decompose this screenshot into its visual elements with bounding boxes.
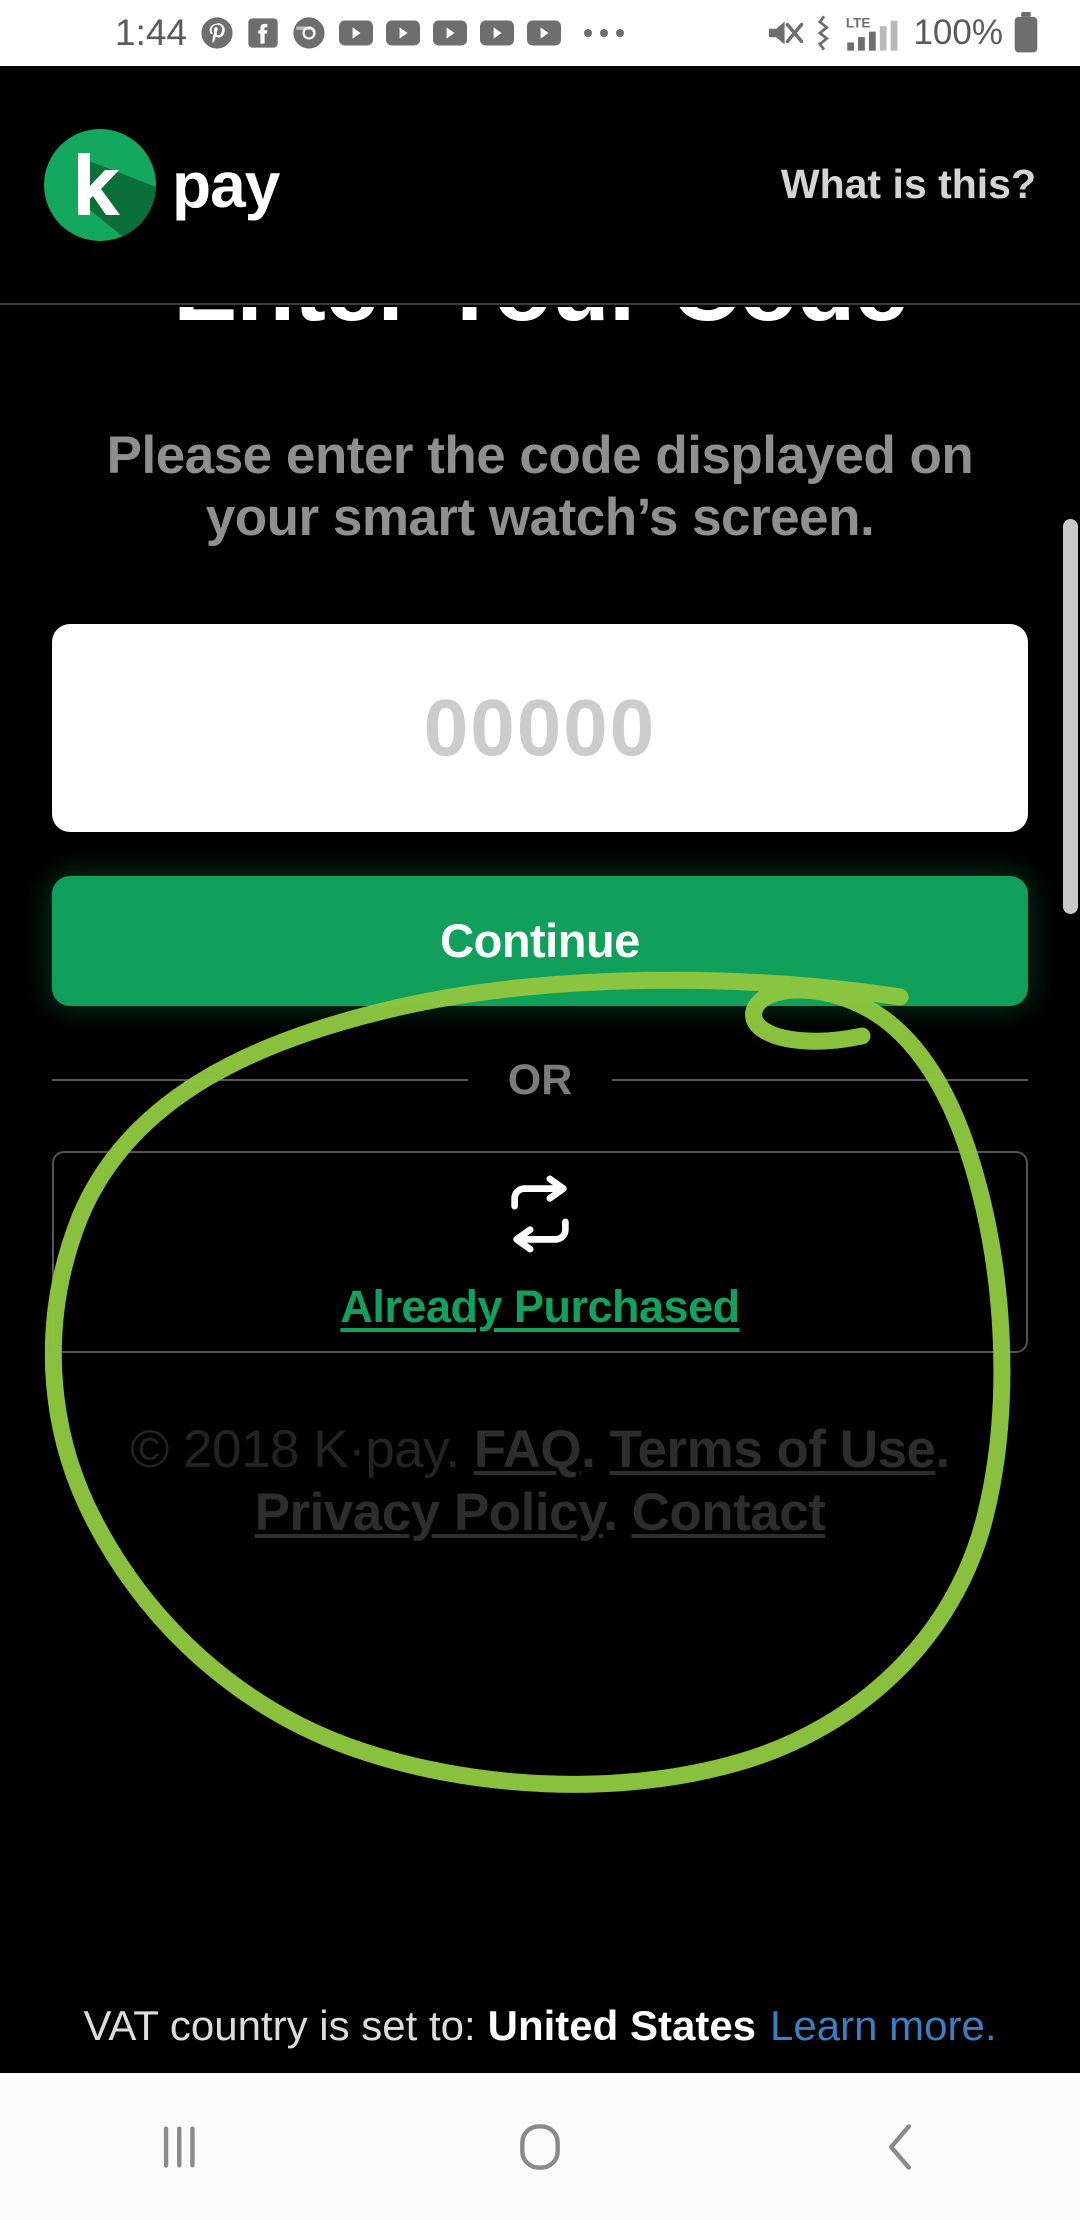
youtube-icon bbox=[339, 20, 373, 46]
battery-full-icon bbox=[1012, 12, 1040, 54]
status-bar-right: LTE 100% bbox=[766, 12, 1058, 54]
back-icon bbox=[878, 2122, 922, 2172]
youtube-icon bbox=[386, 20, 420, 46]
system-navigation-bar bbox=[0, 2073, 1080, 2220]
scroll-content: Enter Your Code Please enter the code di… bbox=[0, 307, 1080, 2073]
vat-banner-prefix: VAT country is set to: bbox=[84, 2002, 476, 2050]
footer-link-faq[interactable]: FAQ bbox=[474, 1420, 581, 1479]
continue-button-label: Continue bbox=[440, 913, 640, 968]
battery-percent-label: 100% bbox=[913, 13, 1003, 53]
home-icon bbox=[515, 2122, 565, 2172]
status-bar-clock: 1:44 bbox=[115, 12, 187, 54]
facebook-icon bbox=[247, 17, 279, 49]
footer-copyright: © 2018 K·pay. bbox=[130, 1420, 459, 1479]
home-button[interactable] bbox=[440, 2073, 640, 2220]
brand-wordmark: pay bbox=[172, 153, 279, 217]
code-input-placeholder: 00000 bbox=[424, 682, 656, 774]
footer-sep: . bbox=[581, 1420, 609, 1479]
or-divider: OR bbox=[52, 1056, 1028, 1105]
continue-button[interactable]: Continue bbox=[52, 876, 1028, 1006]
lte-signal-icon: LTE bbox=[842, 14, 904, 52]
youtube-icon bbox=[433, 20, 467, 46]
code-input[interactable]: 00000 bbox=[52, 624, 1028, 832]
already-purchased-label: Already Purchased bbox=[340, 1281, 739, 1333]
youtube-icon bbox=[527, 20, 561, 46]
vibrate-icon bbox=[815, 15, 833, 51]
chrome-icon bbox=[292, 16, 326, 50]
footer-link-terms[interactable]: Terms of Use bbox=[610, 1420, 936, 1479]
page-title: Enter Your Code bbox=[0, 307, 1080, 337]
already-purchased-button[interactable]: Already Purchased bbox=[52, 1151, 1028, 1353]
kpay-logo-icon bbox=[44, 129, 156, 241]
or-divider-line-right bbox=[612, 1079, 1028, 1081]
vat-country-banner: VAT country is set to: United States Lea… bbox=[0, 1995, 1080, 2057]
page-subtitle: Please enter the code displayed on your … bbox=[76, 425, 1004, 550]
back-button[interactable] bbox=[800, 2073, 1000, 2220]
footer-sep: . bbox=[935, 1420, 949, 1479]
what-is-this-link[interactable]: What is this? bbox=[781, 161, 1036, 208]
vat-banner-country: United States bbox=[476, 2002, 756, 2050]
or-divider-label: OR bbox=[468, 1056, 613, 1105]
or-divider-line-left bbox=[52, 1079, 468, 1081]
mute-icon bbox=[766, 16, 806, 50]
footer-link-contact[interactable]: Contact bbox=[632, 1483, 826, 1542]
footer-link-privacy[interactable]: Privacy Policy bbox=[255, 1483, 604, 1542]
footer-links: © 2018 K·pay. FAQ. Terms of Use. Privacy… bbox=[62, 1419, 1018, 1544]
more-notifications-icon bbox=[582, 26, 626, 40]
vat-banner-learn-more-link[interactable]: Learn more. bbox=[756, 2002, 996, 2050]
app-header: pay What is this? bbox=[0, 66, 1080, 305]
svg-text:LTE: LTE bbox=[846, 16, 871, 31]
recents-button[interactable] bbox=[80, 2073, 280, 2220]
phone-screen: 1:44 bbox=[0, 0, 1080, 2220]
repeat-arrows-icon bbox=[499, 1171, 581, 1257]
status-bar: 1:44 bbox=[0, 0, 1080, 66]
brand-logo[interactable]: pay bbox=[44, 129, 279, 241]
vertical-scrollbar-thumb[interactable] bbox=[1063, 519, 1078, 914]
pinterest-icon bbox=[200, 16, 234, 50]
footer-sep: . bbox=[603, 1483, 631, 1542]
status-bar-left: 1:44 bbox=[0, 12, 766, 54]
youtube-icon bbox=[480, 20, 514, 46]
recents-icon bbox=[158, 2122, 202, 2172]
